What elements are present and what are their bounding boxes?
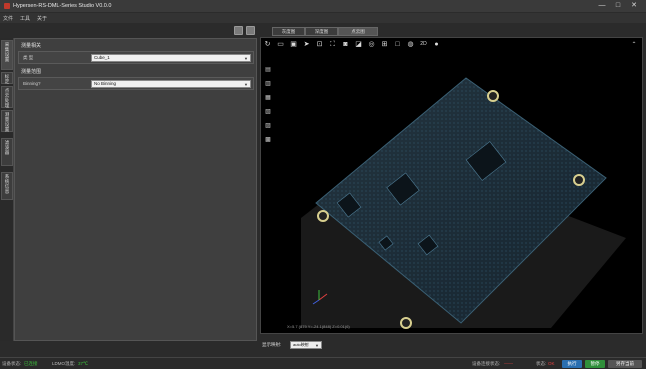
binning-select-value: No Binning [94,81,117,86]
settings-panel: 测量相关 类 型 Cube_1 ▼ 测量范围 Binning? No Binni… [14,38,257,341]
mount-hole-3 [317,210,329,222]
device-status-value: 已连接 [24,361,38,366]
stop-button[interactable]: 暂停 [585,360,605,368]
type-select-value: Cube_1 [94,55,110,60]
save-current-button[interactable]: 另存当前 [608,360,642,368]
status-bar: 设备状态: 已连接 LDMO温度: 37℃ 设备连接状态: —— 状态: OK … [0,357,646,369]
display-mapping-label: 显示映射: [262,342,282,347]
coordinate-readout: X=5.7 (879 Y=-24.1(848) Z=0.01(6) [287,324,350,329]
app-logo-icon [4,3,10,9]
window-title: Hypersen-RS-DML-Series Studio V0.0.0 [13,3,112,9]
menu-tools[interactable]: 工具 [20,15,30,22]
menu-bar: 文件 工具 关于 [0,13,646,23]
title-bar: Hypersen-RS-DML-Series Studio V0.0.0 — □… [0,0,646,12]
panel-toggle-button[interactable] [234,26,243,35]
temp-label: LDMO温度: [52,361,76,366]
menu-file[interactable]: 文件 [3,15,13,22]
panel-float-button[interactable] [246,26,255,35]
tab-pointcloud[interactable]: 点云图 [338,27,378,36]
temp-value: 37℃ [78,361,89,366]
group-box-type: 类 型 Cube_1 ▼ [18,51,254,64]
type-label: 类 型 [23,55,34,60]
pointcloud-render [301,77,626,329]
rail-tab-calibrate[interactable]: 标定 [1,72,13,84]
chevron-down-icon: ▼ [244,56,248,61]
binning-label: Binning? [23,81,41,86]
connection-label: 设备连接状态: [472,361,501,366]
type-select[interactable]: Cube_1 ▼ [91,54,251,62]
group-box-binning: Binning? No Binning ▼ [18,77,254,90]
display-mapping-bar: 显示映射: auto映射 ▼ [260,338,643,352]
rail-tab-measure[interactable]: 测量设置 [1,110,13,132]
connection-value: —— [504,361,513,366]
binning-select[interactable]: No Binning ▼ [91,80,251,88]
rail-tab-pointcloud[interactable]: 点云处理 [1,86,13,108]
group-title-measure: 测量相关 [21,43,42,49]
tab-grayscale[interactable]: 灰度图 [272,27,305,36]
tab-depth[interactable]: 深度图 [305,27,338,36]
minimize-button[interactable]: — [598,2,606,10]
state-label: 状态: [536,361,547,366]
rail-tab-capture[interactable]: 采集设置 [1,40,13,70]
mount-hole-2 [573,174,585,186]
mount-hole-4 [400,317,412,329]
mount-hole-1 [487,90,499,102]
display-mapping-select[interactable]: auto映射 ▼ [290,341,322,349]
rail-tab-filter[interactable]: 滤波器 [1,138,13,166]
menu-about[interactable]: 关于 [37,15,47,22]
maximize-button[interactable]: □ [614,2,622,10]
run-button[interactable]: 执行 [562,360,582,368]
rail-tab-system[interactable]: 系统信息 [1,172,13,200]
device-status-label: 设备状态: [2,361,22,366]
close-button[interactable]: ✕ [630,2,638,10]
group-title-range: 测量范围 [21,69,42,75]
chevron-down-icon: ▼ [244,82,248,87]
state-value: OK [548,361,555,366]
display-mapping-value: auto映射 [293,342,309,347]
pointcloud-viewer[interactable]: ↻ ▭ ▣ ➤ ⊡ ⛶ ◙ ◪ ◎ ⊞ □ ◍ 2D ● ⌃ ▤ ▥ ▦ ▧ ▨… [260,37,643,334]
left-rail: 采集设置 标定 点云处理 测量设置 滤波器 系统信息 [0,38,14,341]
chevron-down-icon: ▼ [315,343,319,348]
